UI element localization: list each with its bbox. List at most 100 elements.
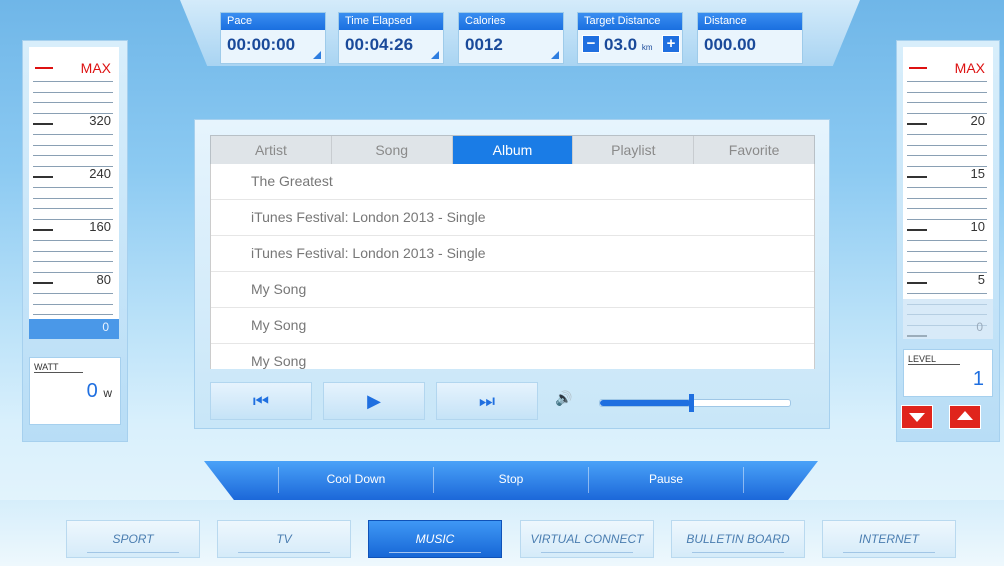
volume-thumb[interactable] [689,394,695,412]
stop-button[interactable]: Stop [434,461,588,501]
nav-underline [238,552,330,553]
music-panel: Artist Song Album Playlist Favorite The … [194,119,830,429]
watt-tick-label: 320 [89,113,111,128]
target-distance-unit: km [641,43,653,52]
pace-stat: Pace 00:00:00 [220,12,326,64]
tab-song[interactable]: Song [332,136,453,165]
list-item[interactable]: My Song [211,272,814,308]
nav-bulletin-board[interactable]: BULLETIN BOARD [671,520,805,558]
major-tick [33,123,53,126]
corner-marker-icon [313,51,321,59]
workout-control-bar: Cool Down Stop Pause [204,461,818,501]
minor-tick [33,81,113,82]
pause-button[interactable]: Pause [589,461,743,501]
major-tick [33,229,53,232]
minor-tick [907,144,987,146]
time-elapsed-value: 00:04:26 [345,35,414,54]
play-button[interactable]: ▶ [323,382,425,420]
nav-sport[interactable]: SPORT [66,520,200,558]
minor-tick [33,293,113,294]
watt-gauge-panel: MAX 320 240 160 80 0 WATT 0 w [22,40,128,442]
level-tick-label: 5 [977,272,985,287]
level-value: 1 [972,368,984,390]
level-box: LEVEL 1 [903,349,993,397]
distance-value: 000.00 [704,35,756,54]
list-item[interactable]: iTunes Festival: London 2013 - Single [211,236,814,272]
nav-tv[interactable]: TV [217,520,351,558]
watt-value: 0 w [87,380,112,403]
pace-value: 00:00:00 [227,35,296,54]
level-up-button[interactable] [949,405,981,429]
previous-button[interactable]: ⏮ [210,382,312,420]
minor-tick [907,134,987,135]
minor-tick [907,261,987,263]
max-marker [35,67,53,69]
minor-tick [33,134,113,135]
target-distance-label: Target Distance [578,13,682,30]
nav-label: INTERNET [859,532,919,546]
target-distance-number: 03.0 [604,35,638,54]
calories-label: Calories [459,13,563,30]
level-gauge-panel: MAX 20 15 10 5 0 LEVEL 1 [896,40,1000,442]
distance-stat: Distance 000.00 [697,12,803,64]
volume-slider[interactable] [599,394,791,412]
watt-tick-label: 160 [89,219,111,234]
major-tick [33,176,53,179]
level-tick-label: 20 [970,113,985,128]
tab-playlist[interactable]: Playlist [573,136,695,165]
watt-unit: w [103,386,112,400]
max-marker [909,67,927,69]
tab-artist[interactable]: Artist [211,136,332,165]
level-gauge: MAX 20 15 10 5 0 [903,47,993,339]
minor-tick [33,144,113,146]
minor-tick [33,208,113,210]
decrease-distance-button[interactable]: − [582,35,600,53]
next-button[interactable]: ⏭ [436,382,538,420]
watt-number: 0 [86,380,98,402]
major-tick [907,123,927,126]
minor-tick [33,102,113,104]
cool-down-button[interactable]: Cool Down [279,461,433,501]
minor-tick [33,303,113,305]
list-item[interactable]: The Greatest [211,164,814,200]
watt-tick-label: 0 [102,320,109,334]
tab-favorite[interactable]: Favorite [694,136,814,165]
minor-tick [907,271,987,273]
level-down-button[interactable] [901,405,933,429]
nav-label: BULLETIN BOARD [686,532,790,546]
minor-tick [33,197,113,199]
skip-previous-icon: ⏮ [252,391,270,411]
list-item[interactable]: My Song [211,308,814,344]
divider [743,467,744,493]
nav-internet[interactable]: INTERNET [822,520,956,558]
album-list: The Greatest iTunes Festival: London 201… [210,164,815,369]
list-item[interactable]: My Song [211,344,814,369]
minor-tick [907,250,987,252]
minor-tick [907,102,987,104]
corner-marker-icon [551,51,559,59]
minor-tick [907,293,987,294]
minor-tick [907,197,987,199]
pace-label: Pace [221,13,325,30]
time-elapsed-stat: Time Elapsed 00:04:26 [338,12,444,64]
play-icon: ▶ [367,391,381,411]
nav-underline [87,552,179,553]
minor-tick [33,240,113,241]
major-tick [907,282,927,285]
time-elapsed-label: Time Elapsed [339,13,443,30]
minor-tick [33,187,113,188]
nav-virtual-connect[interactable]: VIRTUAL CONNECT [520,520,654,558]
nav-label: MUSIC [415,532,455,546]
skip-next-icon: ⏭ [478,391,496,411]
watt-box: WATT 0 w [29,357,121,425]
increase-distance-button[interactable]: + [662,35,680,53]
watt-label: WATT [34,362,83,373]
minor-tick [33,91,113,93]
nav-underline [843,552,935,553]
minor-tick [33,250,113,252]
nav-music[interactable]: MUSIC [368,520,502,558]
list-item[interactable]: iTunes Festival: London 2013 - Single [211,200,814,236]
nav-underline [692,552,784,553]
volume-icon[interactable]: 🔊 [555,390,572,407]
tab-album[interactable]: Album [452,136,574,165]
